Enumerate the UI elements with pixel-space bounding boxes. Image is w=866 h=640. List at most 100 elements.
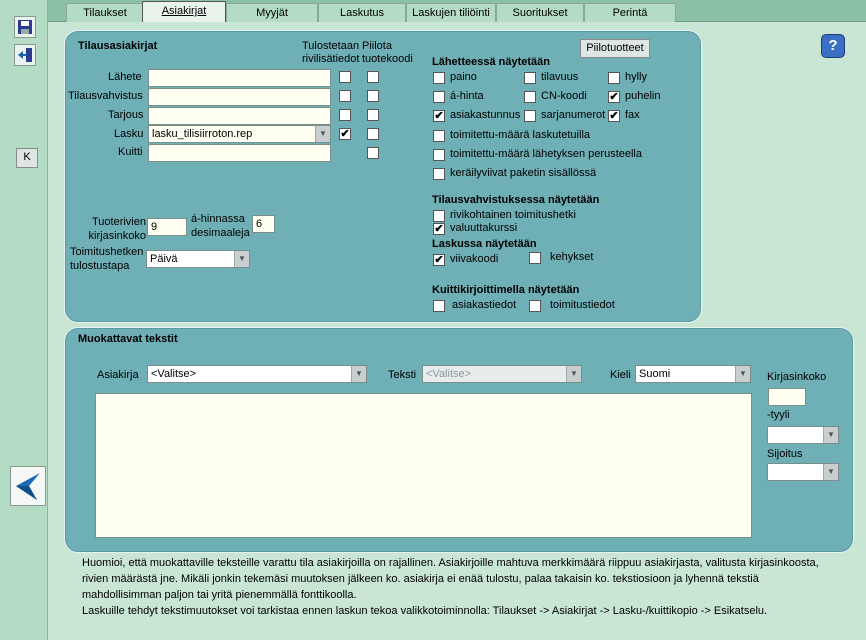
delivery-info-checkbox[interactable] <box>529 300 541 312</box>
puhelin-checkbox[interactable]: ✔ <box>608 91 620 103</box>
laskussa-section-title: Laskussa näytetään <box>432 238 537 250</box>
fontsize-label: Kirjasinkoko <box>767 371 827 383</box>
delivered-invoiced-label: toimitettu-määrä laskutetuilla <box>450 129 591 141</box>
placement-select[interactable]: ▼ <box>767 463 839 481</box>
k-button[interactable]: K <box>16 148 38 168</box>
lasku-print-checkbox[interactable]: ✔ <box>339 128 351 140</box>
tarjous-input[interactable] <box>148 107 331 125</box>
kuitti-section-title: Kuittikirjoittimella näytetään <box>432 284 580 296</box>
note-line: rivien määrästä jne. Mikäli jonkin tekem… <box>82 573 759 585</box>
tilausvahvistus-label: Tilausvahvistus <box>68 90 143 102</box>
fontsize-input[interactable] <box>768 388 806 406</box>
tab-perinta[interactable]: Perintä <box>584 3 676 22</box>
info-note: Huomioi, että muokattaville teksteille v… <box>82 555 822 619</box>
tilausvahvistus-input[interactable] <box>148 88 331 106</box>
fontstyle-select[interactable]: ▼ <box>767 426 839 444</box>
tarjous-print-checkbox[interactable] <box>339 109 351 121</box>
tab-suoritukset[interactable]: Suoritukset <box>496 3 584 22</box>
fax-label: fax <box>625 109 640 121</box>
tab-myyjat[interactable]: Myyjät <box>226 3 318 22</box>
a-hinta-label: á-hinta <box>450 90 484 102</box>
language-select-value: Suomi <box>639 368 671 380</box>
barcode-checkbox[interactable]: ✔ <box>433 254 445 266</box>
row-delivery-time-checkbox[interactable] <box>433 210 445 222</box>
save-icon[interactable] <box>14 16 36 38</box>
language-select[interactable]: Suomi ▼ <box>635 365 751 383</box>
help-icon[interactable]: ? <box>821 34 845 58</box>
lasku-label: Lasku <box>114 128 144 140</box>
font-size-input[interactable]: 9 <box>147 218 187 236</box>
customer-info-label: asiakastiedot <box>452 299 517 311</box>
exit-icon[interactable] <box>14 44 36 66</box>
vahvistus-section-title: Tilausvahvistuksessa näytetään <box>432 194 600 206</box>
hylly-label: hylly <box>625 71 648 83</box>
lahete-input[interactable] <box>148 69 331 87</box>
kuitti-hide-checkbox[interactable] <box>367 147 379 159</box>
delivery-info-label: toimitustiedot <box>550 299 615 311</box>
muokattavat-title: Muokattavat tekstit <box>78 333 178 345</box>
barcode-label: viivakoodi <box>450 253 499 265</box>
fontstyle-label: -tyyli <box>767 409 790 421</box>
exchange-rate-checkbox[interactable]: ✔ <box>433 223 445 235</box>
chevron-down-icon: ▼ <box>315 126 330 142</box>
custom-text-area[interactable] <box>95 393 752 538</box>
kuitti-input[interactable] <box>148 144 331 162</box>
left-toolbar: K <box>0 0 48 640</box>
decimals-label: á-hinnassa desimaaleja <box>191 213 250 239</box>
font-size-label: Tuoterivien kirjasinkoko <box>88 216 146 242</box>
chevron-down-icon: ▼ <box>823 464 838 480</box>
hylly-checkbox[interactable] <box>608 72 620 84</box>
language-label: Kieli <box>610 369 631 381</box>
lahete-label: Lähete <box>108 71 142 83</box>
delivery-print-select[interactable]: Päivä ▼ <box>146 250 250 268</box>
lasku-hide-checkbox[interactable] <box>367 128 379 140</box>
text-select[interactable]: <Valitse> ▼ <box>422 365 582 383</box>
row-delivery-time-label: rivikohtainen toimitushetki <box>450 209 576 221</box>
asiakastunnus-checkbox[interactable]: ✔ <box>433 110 445 122</box>
decimals-input[interactable]: 6 <box>252 215 275 233</box>
tab-asiakirjat[interactable]: Asiakirjat <box>142 1 226 23</box>
cn-koodi-checkbox[interactable] <box>524 91 536 103</box>
sarjanumerot-checkbox[interactable] <box>524 110 536 122</box>
placement-label: Sijoitus <box>767 448 803 460</box>
chevron-down-icon: ▼ <box>823 427 838 443</box>
tilavuus-label: tilavuus <box>541 71 579 83</box>
tarjous-hide-checkbox[interactable] <box>367 109 379 121</box>
customer-info-checkbox[interactable] <box>433 300 445 312</box>
tab-laskujen-tiliointi[interactable]: Laskujen tiliöinti <box>406 3 496 22</box>
lahete-hide-checkbox[interactable] <box>367 71 379 83</box>
fax-checkbox[interactable]: ✔ <box>608 110 620 122</box>
document-select-value: <Valitse> <box>151 368 197 380</box>
tilausvahvistus-print-checkbox[interactable] <box>339 90 351 102</box>
lahete-print-checkbox[interactable] <box>339 71 351 83</box>
hide-code-column-header: Piilota tuotekoodi <box>362 40 413 65</box>
paino-label: paino <box>450 71 477 83</box>
tilausasiakirjat-title: Tilausasiakirjat <box>78 40 158 52</box>
chevron-down-icon: ▼ <box>566 366 581 382</box>
note-line: mahdollisimman paljon tai yritä pienemmä… <box>82 589 357 601</box>
lasku-select[interactable]: lasku_tilisiirroton.rep ▼ <box>148 125 331 143</box>
frames-checkbox[interactable] <box>529 252 541 264</box>
exchange-rate-label: valuuttakurssi <box>450 222 518 234</box>
asiakastunnus-label: asiakastunnus <box>450 109 521 121</box>
print-line-column-header: Tulostetaan rivilisätiedot <box>302 40 360 65</box>
picking-lines-checkbox[interactable] <box>433 168 445 180</box>
tab-tilaukset[interactable]: Tilaukset <box>66 3 144 22</box>
delivered-shipment-checkbox[interactable] <box>433 149 445 161</box>
delivery-print-value: Päivä <box>150 253 178 265</box>
delivered-invoiced-checkbox[interactable] <box>433 130 445 142</box>
text-label: Teksti <box>388 369 417 381</box>
puhelin-label: puhelin <box>625 90 661 102</box>
document-select[interactable]: <Valitse> ▼ <box>147 365 367 383</box>
chevron-down-icon: ▼ <box>735 366 750 382</box>
tilavuus-checkbox[interactable] <box>524 72 536 84</box>
delivered-shipment-label: toimitettu-määrä lähetyksen perusteella <box>450 148 642 160</box>
document-label: Asiakirja <box>97 369 139 381</box>
tab-laskutus[interactable]: Laskutus <box>318 3 406 22</box>
chevron-down-icon: ▼ <box>351 366 366 382</box>
note-line: Huomioi, että muokattaville teksteille v… <box>82 557 819 569</box>
paino-checkbox[interactable] <box>433 72 445 84</box>
a-hinta-checkbox[interactable] <box>433 91 445 103</box>
tilausvahvistus-hide-checkbox[interactable] <box>367 90 379 102</box>
hidden-products-button[interactable]: Piilotuotteet <box>580 39 650 58</box>
